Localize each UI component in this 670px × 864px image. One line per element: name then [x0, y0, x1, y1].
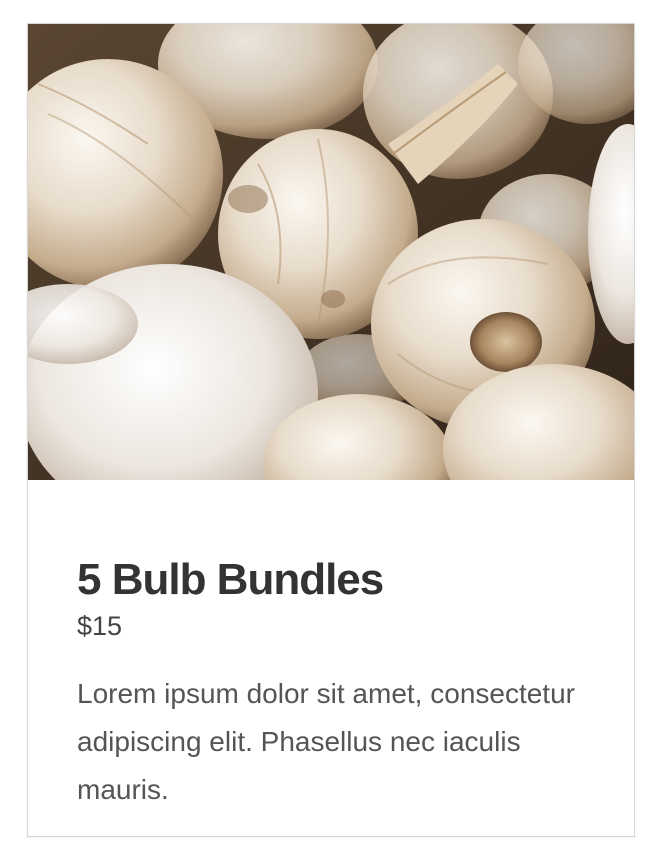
product-title[interactable]: 5 Bulb Bundles	[77, 558, 384, 602]
product-image[interactable]	[28, 24, 635, 480]
product-price: $15	[77, 611, 123, 641]
product-description: Lorem ipsum dolor sit amet, consectetur …	[77, 678, 575, 805]
product-card[interactable]: 5 Bulb Bundles $15 Lorem ipsum dolor sit…	[27, 23, 635, 837]
